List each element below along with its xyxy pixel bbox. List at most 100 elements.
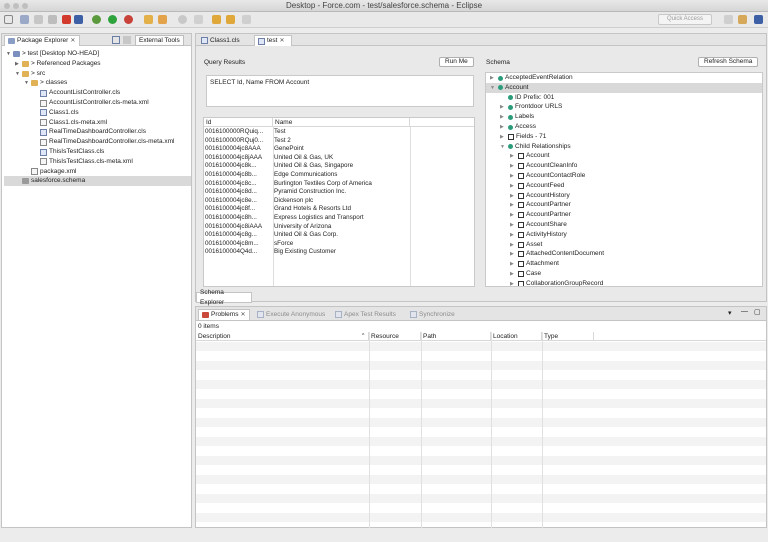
schema-node[interactable]: ▼ Child Relationships	[500, 142, 571, 152]
view-menu-icon[interactable]: ▾	[728, 309, 732, 317]
expand-down-icon[interactable]: ▼	[24, 78, 29, 88]
schema-node[interactable]: ▶ Account	[510, 151, 550, 161]
schema-node[interactable]: ID Prefix: 001	[500, 93, 554, 103]
tab-class1[interactable]: Class1.cls	[198, 35, 252, 46]
tree-item[interactable]: ThisIsTestClass.cls	[33, 147, 104, 157]
checkbox-icon[interactable]	[518, 261, 524, 268]
schema-node[interactable]: ▶ AcceptedEventRelation	[490, 73, 573, 83]
table-row[interactable]: 0016100004jc8m... sForce	[204, 240, 410, 248]
tree-item[interactable]: ThisIsTestClass.cls-meta.xml	[33, 157, 133, 167]
tree-item[interactable]: RealTimeDashboardController.cls	[33, 127, 146, 137]
minimize-icon[interactable]: —	[741, 308, 748, 315]
checkbox-icon[interactable]	[518, 212, 524, 219]
debug-icon[interactable]	[92, 15, 101, 24]
expand-right-icon[interactable]: ▶	[510, 279, 516, 286]
checkbox-icon[interactable]	[518, 280, 524, 286]
collapse-all-icon[interactable]	[112, 36, 120, 44]
forward-icon[interactable]	[242, 15, 251, 24]
table-row[interactable]: 0016100004jc8b... Edge Communications	[204, 171, 410, 179]
checkbox-icon[interactable]	[518, 153, 524, 160]
tree-item[interactable]: AccountListController.cls-meta.xml	[33, 98, 149, 108]
new-icon[interactable]	[4, 15, 13, 24]
print-icon[interactable]	[34, 15, 43, 24]
expand-right-icon[interactable]: ▶	[500, 102, 506, 112]
expand-right-icon[interactable]: ▶	[510, 191, 516, 201]
schema-node[interactable]: ▶ ActivityHistory	[510, 230, 567, 240]
run-me-button[interactable]: Run Me	[439, 57, 474, 67]
open-perspective-icon[interactable]	[724, 15, 733, 24]
maximize-icon[interactable]: ▢	[754, 308, 761, 316]
tab-package-explorer[interactable]: Package Explorer ✕	[4, 35, 80, 46]
table-row[interactable]: 0016100004jc8AAA GenePoint	[204, 145, 410, 153]
schema-node[interactable]: ▶ Fields - 71	[500, 132, 546, 142]
tree-item[interactable]: ▼ > src	[15, 69, 45, 79]
tab-execute-anonymous[interactable]: Execute Anonymous	[254, 309, 328, 320]
checkbox-icon[interactable]	[518, 173, 524, 179]
java-perspective-icon[interactable]	[738, 15, 747, 24]
expand-right-icon[interactable]: ▶	[510, 249, 516, 259]
coverage-icon[interactable]	[124, 15, 133, 24]
tree-item[interactable]: ▼ > classes	[24, 78, 67, 88]
schema-node[interactable]: ▶ AccountHistory	[510, 191, 570, 201]
search-icon[interactable]	[178, 15, 187, 24]
tree-item[interactable]: ▶ > Referenced Packages	[15, 59, 101, 69]
expand-right-icon[interactable]: ▶	[510, 151, 516, 161]
save-icon[interactable]	[20, 15, 29, 24]
expand-right-icon[interactable]: ▶	[510, 240, 516, 250]
refresh-schema-button[interactable]: Refresh Schema	[698, 57, 759, 67]
schema-node[interactable]: ▶ CollaborationGroupRecord	[510, 279, 603, 286]
expand-right-icon[interactable]: ▶	[510, 200, 516, 210]
quick-access-field[interactable]: Quick Access	[658, 14, 712, 25]
table-row[interactable]: 0016100004Q4d... Big Existing Customer	[204, 248, 410, 256]
checkbox-icon[interactable]	[518, 241, 524, 248]
schema-node[interactable]: ▶ Labels	[500, 112, 534, 122]
tree-item[interactable]: Class1.cls-meta.xml	[33, 118, 107, 128]
minimize-window-icon[interactable]	[13, 3, 19, 9]
sort-arrow-icon[interactable]: ^	[362, 332, 364, 341]
expand-right-icon[interactable]: ▶	[510, 230, 516, 240]
table-row[interactable]: 0016100004jc8jAAA United Oil & Gas, UK	[204, 154, 410, 162]
checkbox-icon[interactable]	[518, 163, 524, 170]
table-row[interactable]: 0016100004jc8k... United Oil & Gas, Singa…	[204, 162, 410, 170]
open-folder-icon[interactable]	[144, 15, 153, 24]
expand-right-icon[interactable]: ▶	[15, 59, 20, 69]
expand-right-icon[interactable]: ▶	[500, 122, 506, 132]
table-row[interactable]: 0016100004jc8h... Express Logistics and T…	[204, 214, 410, 222]
schema-node[interactable]: ▶ Attachment	[510, 259, 559, 269]
last-edit-icon[interactable]	[212, 15, 221, 24]
expand-right-icon[interactable]: ▶	[510, 171, 516, 181]
tree-item[interactable]: salesforce.schema	[4, 176, 191, 187]
schema-node[interactable]: ▶ AccountContactRole	[510, 171, 585, 181]
tree-item[interactable]: AccountListController.cls	[33, 88, 120, 98]
column-header-name[interactable]: Name	[273, 118, 410, 127]
tab-schema-explorer[interactable]: Schema Explorer	[196, 289, 252, 306]
force-perspective-icon[interactable]	[754, 15, 763, 24]
schema-node[interactable]: ▶ Case	[510, 269, 541, 279]
column-header-resource[interactable]: Resource	[369, 332, 421, 341]
checkbox-icon[interactable]	[518, 202, 524, 209]
run-icon[interactable]	[108, 15, 117, 24]
schema-node[interactable]: ▶ Frontdoor URLS	[500, 102, 562, 112]
expand-right-icon[interactable]: ▶	[510, 259, 516, 269]
expand-right-icon[interactable]: ▶	[500, 112, 506, 122]
tab-synchronize[interactable]: Synchronize	[407, 309, 458, 320]
expand-right-icon[interactable]: ▶	[510, 181, 516, 191]
expand-right-icon[interactable]: ▶	[510, 161, 516, 171]
expand-right-icon[interactable]: ▶	[510, 220, 516, 230]
table-row[interactable]: 0016100004jc8f... Grand Hotels & Resorts …	[204, 205, 410, 213]
expand-right-icon[interactable]: ▶	[500, 132, 506, 142]
table-row[interactable]: 0016100004jc8e... Dickenson plc	[204, 197, 410, 205]
table-row[interactable]: 0016100004jc8iAAA University of Arizona	[204, 223, 410, 231]
expand-down-icon[interactable]: ▼	[500, 142, 506, 152]
table-row[interactable]: 0016100000RQuiq... Test	[204, 128, 410, 136]
column-header-description[interactable]: Description	[196, 332, 369, 341]
schema-node[interactable]: ▶ Access	[500, 122, 536, 132]
tree-item[interactable]: ▼ > test [Desktop NO-HEAD]	[6, 49, 99, 59]
back-icon[interactable]	[226, 15, 235, 24]
schema-node[interactable]: ▶ AccountShare	[510, 220, 567, 230]
checkbox-icon[interactable]	[518, 271, 524, 277]
checkbox-icon[interactable]	[518, 222, 524, 228]
expand-right-icon[interactable]: ▶	[490, 73, 496, 83]
schema-node[interactable]: ▶ Asset	[510, 240, 542, 250]
table-row[interactable]: 0016100004jc8d... Pyramid Construction In…	[204, 188, 410, 196]
